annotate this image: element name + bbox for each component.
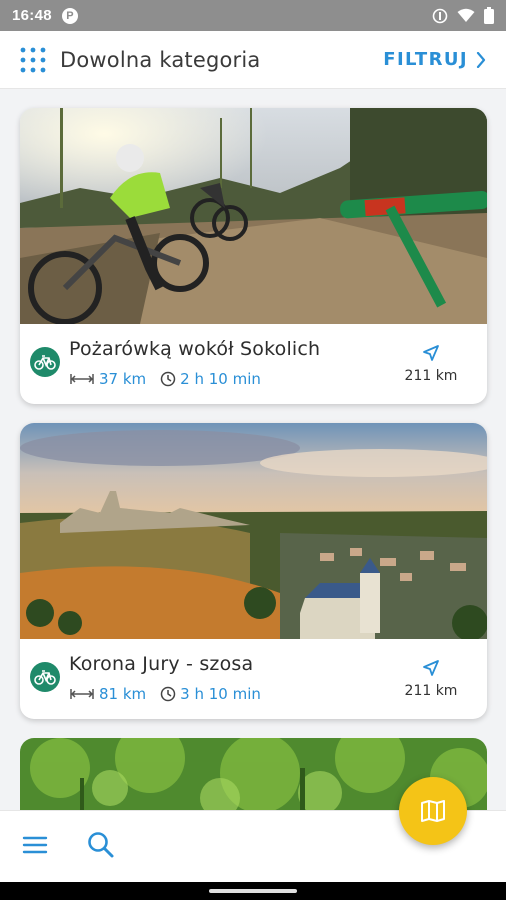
length-icon <box>70 689 94 699</box>
map-icon <box>421 800 445 822</box>
grid-dots-icon[interactable] <box>20 47 46 73</box>
distance-block[interactable]: 211 km <box>401 659 461 699</box>
map-button[interactable] <box>399 777 467 845</box>
wifi-icon <box>457 8 475 22</box>
length-icon <box>70 374 94 384</box>
notification-icon: P <box>61 7 78 24</box>
route-info: Korona Jury - szosa 81 km 3 h 10 min 211… <box>20 639 487 719</box>
clock-icon <box>160 686 176 702</box>
hamburger-icon[interactable] <box>22 835 48 855</box>
navigation-arrow-icon <box>423 660 439 676</box>
vibrate-icon <box>432 8 448 23</box>
status-bar: 16:48 P <box>0 0 506 31</box>
status-icons <box>432 7 494 24</box>
route-card[interactable]: Korona Jury - szosa 81 km 3 h 10 min 211… <box>20 423 487 719</box>
route-name: Korona Jury - szosa <box>69 653 254 675</box>
distance-from-user: 211 km <box>404 683 458 699</box>
route-length: 37 km <box>99 370 147 388</box>
route-info: Pożarówką wokół Sokolich 37 km 2 h 10 mi… <box>20 324 487 404</box>
route-duration: 2 h 10 min <box>180 370 261 388</box>
route-length: 81 km <box>99 685 147 703</box>
clock-icon <box>160 371 176 387</box>
route-photo <box>20 108 487 324</box>
navigation-arrow-icon <box>423 345 439 361</box>
filter-label: FILTRUJ <box>383 49 468 70</box>
home-handle[interactable] <box>209 889 297 893</box>
route-meta: 37 km 2 h 10 min <box>69 370 275 388</box>
bike-icon <box>30 347 60 377</box>
chevron-right-icon <box>476 51 486 68</box>
filter-button[interactable]: FILTRUJ <box>383 49 486 70</box>
route-name: Pożarówką wokół Sokolich <box>69 338 321 360</box>
system-nav-bar <box>0 882 506 900</box>
battery-icon <box>484 7 494 24</box>
route-list: Pożarówką wokół Sokolich 37 km 2 h 10 mi… <box>20 108 487 838</box>
status-time: 16:48 <box>12 7 52 24</box>
distance-from-user: 211 km <box>404 368 458 384</box>
category-title[interactable]: Dowolna kategoria <box>60 48 260 72</box>
route-meta: 81 km 3 h 10 min <box>69 685 275 703</box>
route-duration: 3 h 10 min <box>180 685 261 703</box>
distance-block[interactable]: 211 km <box>401 344 461 384</box>
bike-icon <box>30 662 60 692</box>
search-icon[interactable] <box>87 831 115 859</box>
app-bar: Dowolna kategoria FILTRUJ <box>0 31 506 89</box>
route-card[interactable]: Pożarówką wokół Sokolich 37 km 2 h 10 mi… <box>20 108 487 404</box>
route-photo <box>20 423 487 639</box>
